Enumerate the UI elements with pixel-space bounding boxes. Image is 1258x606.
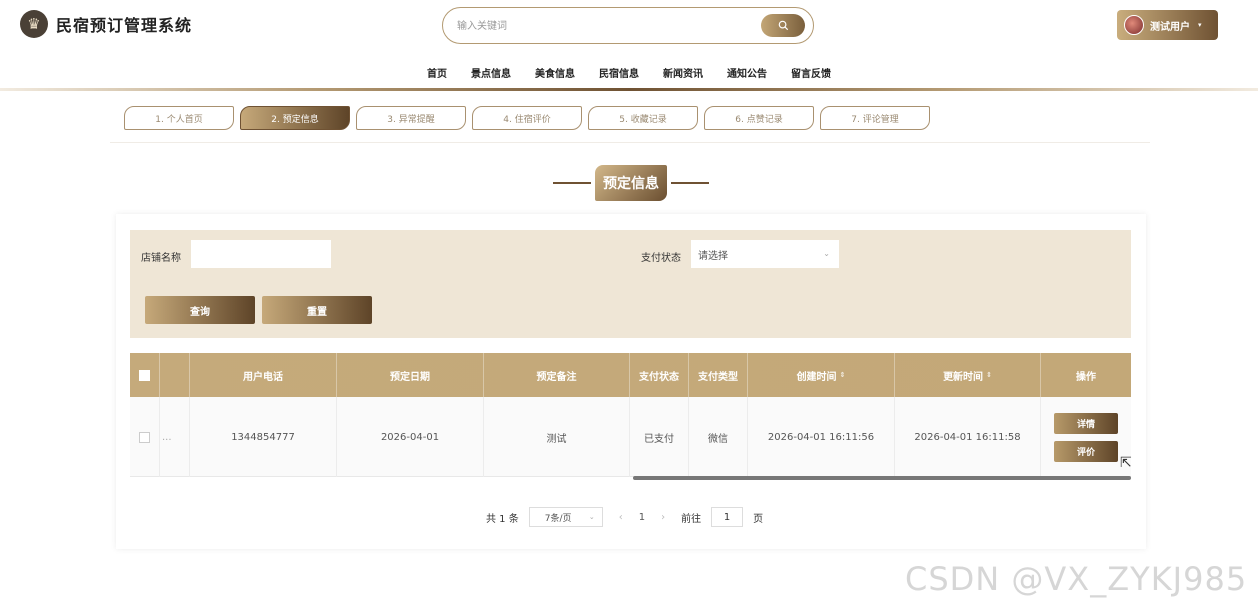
chevron-down-icon: ▾ bbox=[1198, 21, 1202, 29]
page-suffix: 页 bbox=[753, 513, 764, 525]
chevron-down-icon: ⌄ bbox=[823, 249, 830, 258]
col-header-pay-type: 支付类型 bbox=[689, 353, 748, 397]
row-select-cell bbox=[130, 397, 160, 477]
tab-reviews[interactable]: 4. 住宿评价 bbox=[472, 106, 582, 130]
logo-icon: ♛ bbox=[20, 10, 48, 38]
pay-status-label: 支付状态 bbox=[641, 253, 681, 264]
nav-divider bbox=[0, 88, 1258, 91]
page: ♛ 民宿预订管理系统 测试用户 ▾ 首页 景点信息 美食信息 民宿信息 新闻资讯… bbox=[0, 0, 1258, 606]
row-index: ... bbox=[160, 397, 190, 477]
nav-item-feedback[interactable]: 留言反馈 bbox=[791, 62, 831, 83]
goto-page-input[interactable]: 1 bbox=[711, 507, 744, 527]
avatar bbox=[1124, 15, 1144, 35]
shop-name-label: 店铺名称 bbox=[141, 253, 181, 264]
shop-name-input[interactable] bbox=[191, 240, 331, 268]
table-header: 用户电话 预定日期 预定备注 支付状态 支付类型 创建时间 ⇕ 更新时间 ⇕ 操作 bbox=[130, 353, 1131, 397]
horizontal-scrollbar[interactable] bbox=[633, 476, 1131, 480]
col-header-note: 预定备注 bbox=[484, 353, 630, 397]
reset-button[interactable]: 重置 bbox=[262, 296, 372, 324]
page-size-value: 7条/页 bbox=[544, 513, 572, 524]
select-all-cell bbox=[130, 353, 160, 397]
detail-button[interactable]: 详情 bbox=[1054, 412, 1118, 434]
cell-created: 2026-04-01 16:11:56 bbox=[748, 397, 895, 477]
tab-favorites[interactable]: 5. 收藏记录 bbox=[588, 106, 698, 130]
page-size-select[interactable]: 7条/页 ⌄ bbox=[528, 507, 603, 527]
sort-icon: ⇕ bbox=[986, 371, 992, 379]
cell-updated: 2026-04-01 16:11:58 bbox=[895, 397, 1041, 477]
mouse-cursor-icon: ⇱ bbox=[1120, 455, 1132, 471]
table-row: ... 1344854777 2026-04-01 测试 已支付 微信 2026… bbox=[130, 397, 1131, 477]
search-icon bbox=[778, 20, 788, 31]
user-menu-button[interactable]: 测试用户 ▾ bbox=[1117, 10, 1218, 40]
cell-date: 2026-04-01 bbox=[337, 397, 484, 477]
pay-status-select[interactable]: 请选择 ⌄ bbox=[691, 240, 839, 268]
profile-tabs: 1. 个人首页 2. 预定信息 3. 异常提醒 4. 住宿评价 5. 收藏记录 … bbox=[124, 106, 930, 130]
tab-alerts[interactable]: 3. 异常提醒 bbox=[356, 106, 466, 130]
col-header-phone: 用户电话 bbox=[190, 353, 337, 397]
search-bar bbox=[442, 7, 814, 44]
prev-page-button[interactable]: ‹ bbox=[613, 512, 629, 523]
col-header-updated[interactable]: 更新时间 ⇕ bbox=[895, 353, 1041, 397]
col-header-created-label: 创建时间 bbox=[796, 371, 837, 383]
cell-actions: 详情 评价 bbox=[1041, 397, 1131, 477]
tab-bookings[interactable]: 2. 预定信息 bbox=[240, 106, 350, 130]
nav-item-notices[interactable]: 通知公告 bbox=[727, 62, 767, 83]
page-number[interactable]: 1 bbox=[639, 512, 645, 523]
tab-comments[interactable]: 7. 评论管理 bbox=[820, 106, 930, 130]
page-title: 预定信息 bbox=[595, 165, 667, 201]
tabs-divider bbox=[110, 142, 1150, 143]
filter-form: 店铺名称 支付状态 请选择 ⌄ 查询 重置 bbox=[130, 230, 1131, 338]
col-header-updated-label: 更新时间 bbox=[943, 371, 984, 383]
app-title: 民宿预订管理系统 bbox=[56, 16, 193, 35]
heading-line-left bbox=[553, 182, 591, 184]
search-input[interactable] bbox=[457, 16, 747, 36]
cell-pay-status: 已支付 bbox=[630, 397, 689, 477]
col-header-date: 预定日期 bbox=[337, 353, 484, 397]
cell-phone: 1344854777 bbox=[190, 397, 337, 477]
col-header-pay-status: 支付状态 bbox=[630, 353, 689, 397]
tab-personal-home[interactable]: 1. 个人首页 bbox=[124, 106, 234, 130]
pay-status-value: 请选择 bbox=[698, 250, 728, 262]
nav-item-attractions[interactable]: 景点信息 bbox=[471, 62, 511, 83]
row-checkbox[interactable] bbox=[139, 431, 150, 443]
col-header-created[interactable]: 创建时间 ⇕ bbox=[748, 353, 895, 397]
pagination: 共 1 条 7条/页 ⌄ ‹ 1 › 前往 1 页 bbox=[486, 507, 763, 527]
index-header bbox=[160, 353, 190, 397]
nav-item-homestay[interactable]: 民宿信息 bbox=[599, 62, 639, 83]
app-logo[interactable]: ♛ 民宿预订管理系统 bbox=[20, 10, 192, 38]
main-nav: 首页 景点信息 美食信息 民宿信息 新闻资讯 通知公告 留言反馈 bbox=[0, 62, 1258, 83]
watermark: CSDN @VX_ZYKJ985 bbox=[905, 560, 1248, 598]
next-page-button[interactable]: › bbox=[655, 512, 671, 523]
goto-label: 前往 bbox=[681, 513, 702, 525]
sort-icon: ⇕ bbox=[839, 371, 846, 379]
cell-pay-type: 微信 bbox=[689, 397, 748, 477]
cell-note: 测试 bbox=[484, 397, 630, 477]
tab-likes[interactable]: 6. 点赞记录 bbox=[704, 106, 814, 130]
nav-item-food[interactable]: 美食信息 bbox=[535, 62, 575, 83]
nav-item-home[interactable]: 首页 bbox=[427, 62, 447, 83]
chevron-down-icon: ⌄ bbox=[588, 513, 595, 521]
col-header-actions: 操作 bbox=[1076, 371, 1096, 383]
bookings-panel: 店铺名称 支付状态 请选择 ⌄ 查询 重置 用户电话 预定日期 预定备注 支付状… bbox=[116, 214, 1146, 549]
user-name: 测试用户 bbox=[1150, 21, 1190, 33]
pagination-total: 共 1 条 bbox=[486, 513, 519, 525]
select-all-checkbox[interactable] bbox=[139, 369, 150, 381]
nav-item-news[interactable]: 新闻资讯 bbox=[663, 62, 703, 83]
search-button[interactable] bbox=[761, 14, 805, 37]
heading-line-right bbox=[671, 182, 709, 184]
section-heading: 预定信息 bbox=[553, 165, 709, 201]
review-button[interactable]: 评价 bbox=[1054, 440, 1118, 462]
query-button[interactable]: 查询 bbox=[145, 296, 255, 324]
